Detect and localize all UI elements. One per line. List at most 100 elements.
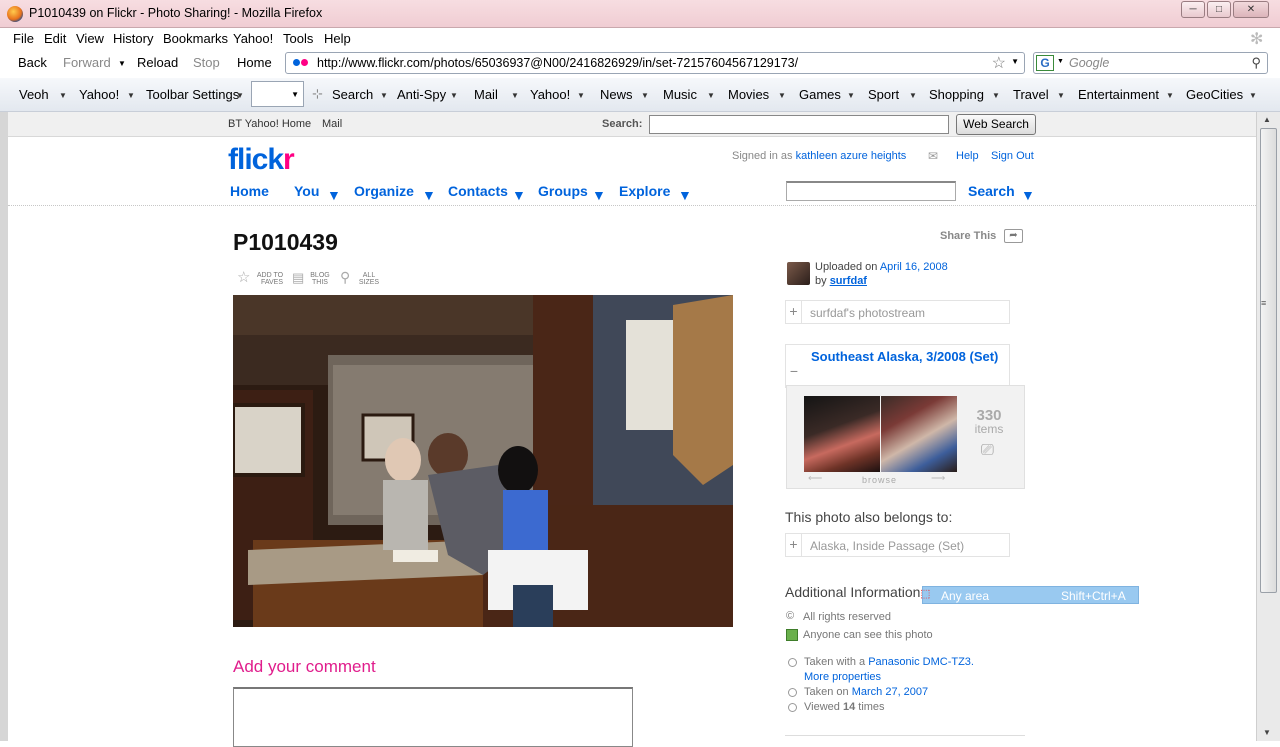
toolbar-combo-box[interactable]: ▼ bbox=[251, 81, 304, 107]
owner-avatar[interactable] bbox=[787, 262, 810, 285]
chevron-down-icon[interactable]: ▼ bbox=[422, 187, 436, 203]
all-sizes-button[interactable]: ⚲ ALL SIZES bbox=[340, 270, 382, 286]
chevron-down-icon[interactable]: ▼ bbox=[512, 187, 526, 203]
help-link[interactable]: Help bbox=[956, 150, 979, 162]
chevron-down-icon[interactable]: ▼ bbox=[1166, 91, 1174, 100]
yahoo-toolbar-yahoo[interactable]: Yahoo! bbox=[79, 87, 119, 102]
comment-textarea[interactable] bbox=[233, 687, 633, 747]
add-to-faves-button[interactable]: ☆ ADD TO FAVES bbox=[237, 270, 285, 286]
chevron-down-icon[interactable]: ▼ bbox=[127, 91, 135, 100]
yahoo-toolbar-veoh[interactable]: Veoh bbox=[19, 87, 49, 102]
url-bar[interactable]: http://www.flickr.com/photos/65036937@N0… bbox=[285, 52, 1025, 74]
chevron-down-icon[interactable]: ▼ bbox=[678, 187, 692, 203]
menu-history[interactable]: History bbox=[113, 31, 153, 46]
menu-file[interactable]: File bbox=[13, 31, 34, 46]
scroll-thumb[interactable] bbox=[1260, 128, 1277, 593]
url-dropdown-icon[interactable]: ▼ bbox=[1011, 57, 1019, 66]
menu-tools[interactable]: Tools bbox=[283, 31, 313, 46]
chevron-down-icon[interactable]: ▼ bbox=[592, 187, 606, 203]
more-properties-link[interactable]: More properties bbox=[804, 671, 881, 683]
owner-link[interactable]: surfdaf bbox=[830, 275, 867, 287]
yahoo-toolbar-sport[interactable]: Sport bbox=[868, 87, 899, 102]
yahoo-toolbar-geocities[interactable]: GeoCities bbox=[1186, 87, 1243, 102]
yahoo-toolbar-entertainment[interactable]: Entertainment bbox=[1078, 87, 1159, 102]
capture-tooltip[interactable]: ⬚ Any area Shift+Ctrl+A bbox=[920, 586, 1139, 604]
search-magnifier-icon[interactable]: ⚲ bbox=[1251, 55, 1261, 71]
search-bar[interactable]: G ▼ Google ⚲ bbox=[1033, 52, 1268, 74]
scroll-up-icon[interactable]: ▲ bbox=[1263, 115, 1271, 124]
yahoo-toolbar-travel[interactable]: Travel bbox=[1013, 87, 1049, 102]
flickr-logo[interactable]: flickr bbox=[228, 143, 295, 177]
scroll-down-icon[interactable]: ▼ bbox=[1263, 728, 1271, 737]
chevron-down-icon[interactable]: ▼ bbox=[327, 187, 341, 203]
flickr-nav-you[interactable]: You bbox=[294, 183, 319, 199]
close-button[interactable]: ✕ bbox=[1233, 1, 1269, 18]
yahoo-toolbar-movies[interactable]: Movies bbox=[728, 87, 769, 102]
share-arrow-icon[interactable]: ➦ bbox=[1004, 229, 1023, 243]
photostream-box[interactable]: + surfdaf's photostream bbox=[785, 300, 1010, 324]
flickr-nav-contacts[interactable]: Contacts bbox=[448, 183, 508, 199]
photostream-label[interactable]: surfdaf's photostream bbox=[810, 306, 925, 320]
bt-search-input[interactable] bbox=[649, 115, 949, 134]
expand-plus-icon[interactable]: + bbox=[786, 534, 802, 556]
camera-link[interactable]: Panasonic DMC-TZ3. bbox=[868, 656, 974, 668]
signout-link[interactable]: Sign Out bbox=[991, 150, 1034, 162]
flickr-nav-explore[interactable]: Explore bbox=[619, 183, 670, 199]
chevron-down-icon[interactable]: ▼ bbox=[511, 91, 519, 100]
slideshow-icon[interactable]: ⎚ bbox=[981, 442, 994, 460]
other-set-box[interactable]: + Alaska, Inside Passage (Set) bbox=[785, 533, 1010, 557]
set-thumbnail[interactable] bbox=[881, 396, 957, 472]
chevron-down-icon[interactable]: ▼ bbox=[847, 91, 855, 100]
mail-envelope-icon[interactable]: ✉ bbox=[928, 149, 938, 163]
flickr-search-button[interactable]: Search bbox=[968, 183, 1015, 199]
forward-dropdown-icon[interactable]: ▼ bbox=[118, 59, 126, 68]
upload-date-link[interactable]: April 16, 2008 bbox=[880, 261, 948, 273]
main-photo[interactable] bbox=[233, 295, 733, 627]
chevron-down-icon[interactable]: ▼ bbox=[1249, 91, 1257, 100]
set-thumbnail[interactable] bbox=[804, 396, 880, 472]
browse-label[interactable]: browse bbox=[862, 475, 897, 485]
vertical-scrollbar[interactable]: ▲ ≡ ▼ bbox=[1256, 112, 1280, 741]
bt-home-link[interactable]: BT Yahoo! Home bbox=[228, 118, 311, 130]
yahoo-toolbar-settings[interactable]: Toolbar Settings bbox=[146, 87, 239, 102]
menu-yahoo[interactable]: Yahoo! bbox=[233, 31, 273, 46]
username-link[interactable]: kathleen azure heights bbox=[796, 150, 907, 162]
collapse-minus-icon[interactable]: − bbox=[786, 361, 802, 383]
chevron-down-icon[interactable]: ▼ bbox=[450, 91, 458, 100]
maximize-button[interactable]: □ bbox=[1207, 1, 1231, 18]
chevron-down-icon[interactable]: ▼ bbox=[909, 91, 917, 100]
engine-dropdown-icon[interactable]: ▼ bbox=[1057, 58, 1064, 65]
google-engine-icon[interactable]: G bbox=[1036, 55, 1054, 71]
chevron-down-icon[interactable]: ▼ bbox=[707, 91, 715, 100]
chevron-down-icon[interactable]: ▼ bbox=[778, 91, 786, 100]
chevron-down-icon[interactable]: ▼ bbox=[236, 91, 244, 100]
combo-dropdown-icon[interactable]: ▼ bbox=[291, 90, 299, 99]
chevron-down-icon[interactable]: ▼ bbox=[577, 91, 585, 100]
yahoo-toolbar-mail[interactable]: Mail bbox=[474, 87, 498, 102]
back-button[interactable]: Back bbox=[18, 55, 47, 70]
taken-date-link[interactable]: March 27, 2007 bbox=[852, 686, 928, 698]
flickr-nav-organize[interactable]: Organize bbox=[354, 183, 414, 199]
yahoo-toolbar-games[interactable]: Games bbox=[799, 87, 841, 102]
expand-plus-icon[interactable]: + bbox=[786, 301, 802, 323]
set-title-link[interactable]: Southeast Alaska, 3/2008 (Set) bbox=[811, 349, 1001, 365]
yahoo-toolbar-news[interactable]: News bbox=[600, 87, 633, 102]
stop-button[interactable]: Stop bbox=[193, 55, 220, 70]
menu-bookmarks[interactable]: Bookmarks bbox=[163, 31, 228, 46]
web-search-button[interactable]: Web Search bbox=[956, 114, 1036, 135]
share-this-link[interactable]: Share This bbox=[940, 230, 996, 242]
chevron-down-icon[interactable]: ▼ bbox=[1021, 187, 1035, 203]
flickr-nav-home[interactable]: Home bbox=[230, 183, 269, 199]
menu-edit[interactable]: Edit bbox=[44, 31, 66, 46]
bt-mail-link[interactable]: Mail bbox=[322, 118, 342, 130]
next-arrow-icon[interactable]: ⟶ bbox=[931, 473, 945, 484]
chevron-down-icon[interactable]: ▼ bbox=[992, 91, 1000, 100]
home-button[interactable]: Home bbox=[237, 55, 272, 70]
url-text[interactable]: http://www.flickr.com/photos/65036937@N0… bbox=[317, 56, 798, 70]
chevron-down-icon[interactable]: ▼ bbox=[641, 91, 649, 100]
blog-this-button[interactable]: ▤ BLOG THIS bbox=[292, 271, 332, 286]
flickr-nav-groups[interactable]: Groups bbox=[538, 183, 588, 199]
flickr-search-input[interactable] bbox=[786, 181, 956, 201]
prev-arrow-icon[interactable]: ⟵ bbox=[808, 473, 822, 484]
yahoo-toolbar-shopping[interactable]: Shopping bbox=[929, 87, 984, 102]
